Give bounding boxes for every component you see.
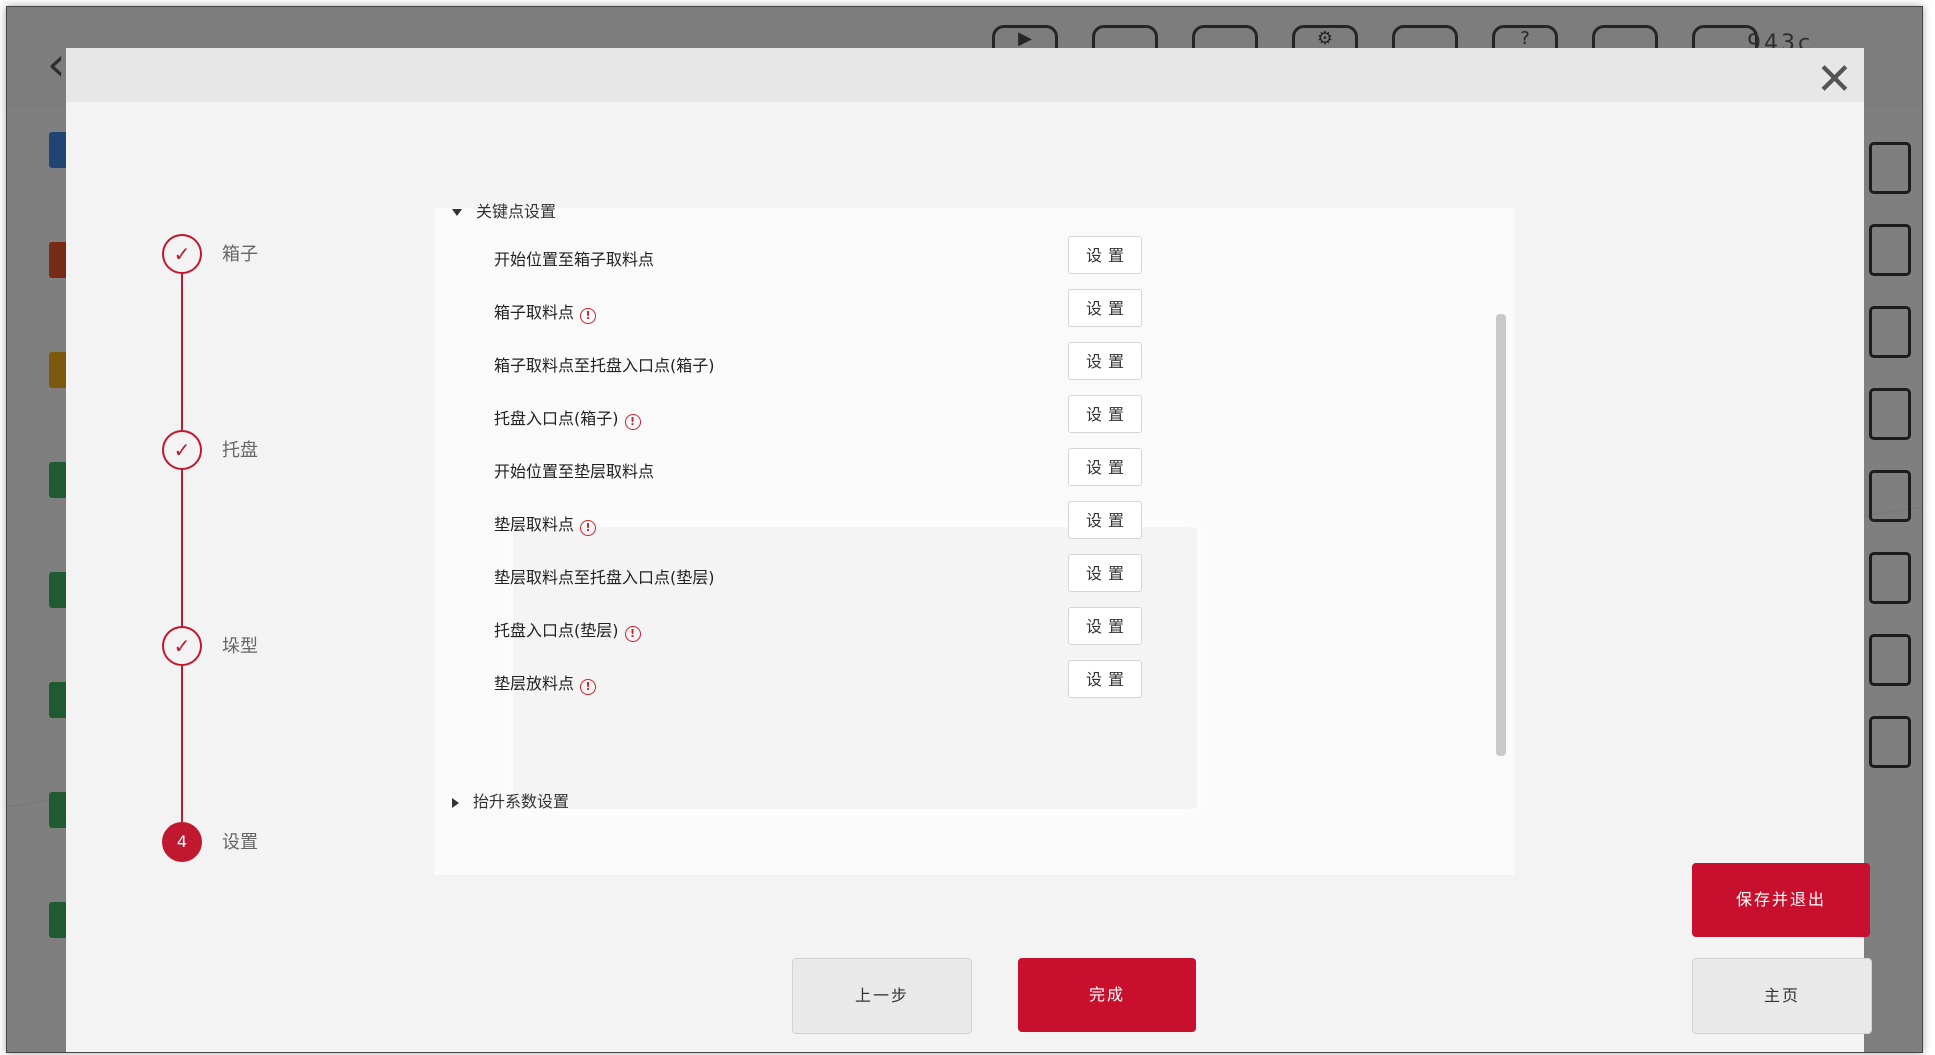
step-connector [181,664,183,822]
set-button[interactable]: 设置 [1068,342,1142,380]
warning-icon: ! [580,679,597,695]
key-point-row: 托盘入口点(箱子)! 设置 [494,395,1142,435]
home-button[interactable]: 主页 [1692,958,1872,1034]
key-point-row: 垫层取料点至托盘入口点(垫层) 设置 [494,554,1142,594]
step-check-icon: ✓ [162,430,202,470]
key-point-row: 垫层取料点! 设置 [494,501,1142,541]
key-point-row: 开始位置至垫层取料点 设置 [494,448,1142,488]
step-connector [181,272,183,430]
section-key-points-header[interactable]: 关键点设置 [452,198,556,222]
set-button[interactable]: 设置 [1068,289,1142,327]
section-title: 关键点设置 [476,202,557,221]
key-point-row: 托盘入口点(垫层)! 设置 [494,607,1142,647]
panel-scrollbar[interactable] [1496,314,1506,756]
key-point-label: 托盘入口点(箱子)! [494,405,641,430]
key-point-label: 垫层取料点! [494,511,597,536]
wizard-steps: ✓ 箱子 ✓ 托盘 ✓ 垛型 4 设置 [162,234,362,1034]
step-label: 设置 [222,832,258,853]
step-label: 垛型 [222,636,258,657]
key-point-label: 箱子取料点至托盘入口点(箱子) [494,356,715,375]
save-exit-button[interactable]: 保存并退出 [1692,863,1870,937]
section-title: 抬升系数设置 [473,792,570,811]
set-button[interactable]: 设置 [1068,554,1142,592]
step-label: 托盘 [222,440,258,461]
step-check-icon: ✓ [162,234,202,274]
setup-wizard-dialog: ✕ ✓ 箱子 ✓ 托盘 ✓ 垛型 4 设置 关键点设置 开始位置至箱子取料点 设… [66,48,1864,1052]
done-button[interactable]: 完成 [1018,958,1196,1032]
section-lift-coefficient-header[interactable]: 抬升系数设置 [452,788,569,812]
set-button[interactable]: 设置 [1068,236,1142,274]
prev-step-button[interactable]: 上一步 [792,958,972,1034]
set-button[interactable]: 设置 [1068,660,1142,698]
close-icon[interactable]: ✕ [1816,54,1853,105]
key-point-label: 垫层放料点! [494,670,597,695]
key-point-row: 箱子取料点! 设置 [494,289,1142,329]
dialog-header [66,48,1864,102]
warning-icon: ! [624,414,641,430]
caret-down-icon [452,209,462,216]
set-button[interactable]: 设置 [1068,607,1142,645]
app-window: ‹ ▶ ⚙ ? 943c ✕ ✓ 箱子 ✓ 托盘 ✓ 垛型 4 设置 关键点设置… [6,6,1923,1053]
step-number: 4 [162,822,202,862]
warning-icon: ! [580,308,597,324]
key-point-label: 箱子取料点! [494,299,597,324]
key-point-label: 托盘入口点(垫层)! [494,617,641,642]
key-point-label: 开始位置至箱子取料点 [494,250,655,269]
key-point-row: 垫层放料点! 设置 [494,660,1142,700]
set-button[interactable]: 设置 [1068,395,1142,433]
set-button[interactable]: 设置 [1068,448,1142,486]
warning-icon: ! [624,626,641,642]
caret-right-icon [452,797,459,808]
key-point-row: 箱子取料点至托盘入口点(箱子) 设置 [494,342,1142,382]
step-label: 箱子 [222,244,258,265]
key-point-row: 开始位置至箱子取料点 设置 [494,236,1142,276]
key-point-label: 垫层取料点至托盘入口点(垫层) [494,568,715,587]
step-check-icon: ✓ [162,626,202,666]
step-connector [181,468,183,626]
set-button[interactable]: 设置 [1068,501,1142,539]
warning-icon: ! [580,520,597,536]
key-point-label: 开始位置至垫层取料点 [494,462,655,481]
